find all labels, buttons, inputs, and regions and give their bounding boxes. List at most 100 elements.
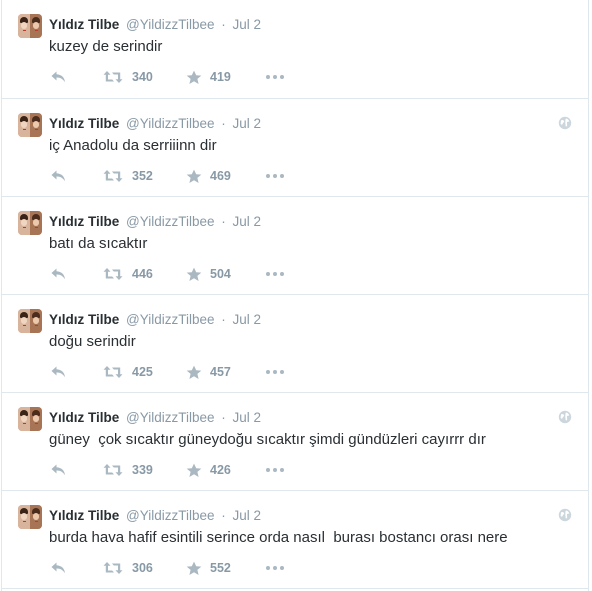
author-name[interactable]: Yıldız Tilbe	[49, 410, 119, 425]
favorite-count: 469	[210, 169, 231, 183]
tweet[interactable]: Yıldız Tilbe @YildizzTilbee · Jul 2 batı…	[2, 197, 588, 295]
retweet-button[interactable]: 352	[103, 168, 153, 184]
star-icon	[186, 365, 202, 379]
globe-icon	[558, 116, 572, 130]
author-handle[interactable]: @YildizzTilbee	[126, 116, 214, 131]
retweet-count: 352	[132, 169, 153, 183]
retweet-button[interactable]: 446	[103, 266, 153, 282]
reply-icon	[51, 170, 65, 182]
tweet[interactable]: Yıldız Tilbe @YildizzTilbee · Jul 2 doğu…	[2, 295, 588, 393]
tweet-header: Yıldız Tilbe @YildizzTilbee · Jul 2	[49, 17, 261, 33]
retweet-count: 339	[132, 463, 153, 477]
retweet-count: 446	[132, 267, 153, 281]
separator-dot: ·	[221, 214, 226, 229]
retweet-icon	[103, 71, 123, 83]
retweet-icon	[103, 464, 123, 476]
author-name[interactable]: Yıldız Tilbe	[49, 214, 119, 229]
author-handle[interactable]: @YildizzTilbee	[126, 508, 214, 523]
favorite-button[interactable]: 469	[186, 168, 231, 184]
tweet-text: doğu serindir	[49, 333, 136, 350]
retweet-button[interactable]: 425	[103, 364, 153, 380]
tweet-timestamp[interactable]: Jul 2	[233, 508, 262, 523]
tweet[interactable]: Yıldız Tilbe @YildizzTilbee · Jul 2 burd…	[2, 491, 588, 589]
avatar[interactable]	[18, 113, 42, 137]
star-icon	[186, 267, 202, 281]
globe-icon	[558, 508, 572, 522]
tweet-timestamp[interactable]: Jul 2	[233, 214, 262, 229]
retweet-button[interactable]: 339	[103, 462, 153, 478]
tweet-timestamp[interactable]: Jul 2	[233, 17, 262, 32]
avatar[interactable]	[18, 211, 42, 235]
more-button[interactable]	[265, 462, 285, 478]
tweet-text: iç Anadolu da serriiinn dir	[49, 137, 217, 154]
more-dots-icon	[266, 468, 284, 472]
favorite-button[interactable]: 419	[186, 69, 231, 85]
favorite-count: 419	[210, 70, 231, 84]
tweet-timeline: Yıldız Tilbe @YildizzTilbee · Jul 2 kuze…	[1, 0, 589, 591]
tweet-header: Yıldız Tilbe @YildizzTilbee · Jul 2	[49, 508, 261, 524]
favorite-button[interactable]: 426	[186, 462, 231, 478]
reply-button[interactable]	[50, 364, 67, 380]
retweet-button[interactable]: 340	[103, 69, 153, 85]
favorite-count: 457	[210, 365, 231, 379]
avatar[interactable]	[18, 309, 42, 333]
tweet-text: kuzey de serindir	[49, 38, 163, 55]
avatar[interactable]	[18, 505, 42, 529]
tweet[interactable]: Yıldız Tilbe @YildizzTilbee · Jul 2 güne…	[2, 393, 588, 491]
author-name[interactable]: Yıldız Tilbe	[49, 508, 119, 523]
more-button[interactable]	[265, 266, 285, 282]
tweet-timestamp[interactable]: Jul 2	[233, 312, 262, 327]
reply-icon	[51, 71, 65, 83]
favorite-button[interactable]: 457	[186, 364, 231, 380]
tweet-timestamp[interactable]: Jul 2	[233, 116, 262, 131]
reply-button[interactable]	[50, 462, 67, 478]
more-dots-icon	[266, 174, 284, 178]
reply-icon	[51, 464, 65, 476]
author-handle[interactable]: @YildizzTilbee	[126, 312, 214, 327]
tweet-header: Yıldız Tilbe @YildizzTilbee · Jul 2	[49, 410, 261, 426]
retweet-count: 306	[132, 561, 153, 575]
favorite-count: 426	[210, 463, 231, 477]
reply-icon	[51, 562, 65, 574]
retweet-icon	[103, 562, 123, 574]
tweet[interactable]: Yıldız Tilbe @YildizzTilbee · Jul 2 kuze…	[2, 0, 588, 99]
star-icon	[186, 561, 202, 575]
tweet[interactable]: Yıldız Tilbe @YildizzTilbee · Jul 2 iç A…	[2, 99, 588, 197]
author-name[interactable]: Yıldız Tilbe	[49, 17, 119, 32]
favorite-button[interactable]: 552	[186, 560, 231, 576]
author-name[interactable]: Yıldız Tilbe	[49, 312, 119, 327]
reply-icon	[51, 366, 65, 378]
more-dots-icon	[266, 75, 284, 79]
tweet-header: Yıldız Tilbe @YildizzTilbee · Jul 2	[49, 214, 261, 230]
tweet-text: güney çok sıcaktır güneydoğu sıcaktır şi…	[49, 431, 486, 448]
star-icon	[186, 70, 202, 84]
retweet-count: 425	[132, 365, 153, 379]
avatar[interactable]	[18, 14, 42, 38]
separator-dot: ·	[221, 312, 226, 327]
author-handle[interactable]: @YildizzTilbee	[126, 17, 214, 32]
more-button[interactable]	[265, 364, 285, 380]
author-handle[interactable]: @YildizzTilbee	[126, 410, 214, 425]
author-name[interactable]: Yıldız Tilbe	[49, 116, 119, 131]
more-button[interactable]	[265, 69, 285, 85]
tweet-timestamp[interactable]: Jul 2	[233, 410, 262, 425]
star-icon	[186, 169, 202, 183]
retweet-button[interactable]: 306	[103, 560, 153, 576]
favorite-button[interactable]: 504	[186, 266, 231, 282]
favorite-count: 504	[210, 267, 231, 281]
more-button[interactable]	[265, 560, 285, 576]
reply-button[interactable]	[50, 69, 67, 85]
retweet-icon	[103, 170, 123, 182]
retweet-icon	[103, 268, 123, 280]
more-button[interactable]	[265, 168, 285, 184]
author-handle[interactable]: @YildizzTilbee	[126, 214, 214, 229]
globe-icon	[558, 410, 572, 424]
tweet-header: Yıldız Tilbe @YildizzTilbee · Jul 2	[49, 116, 261, 132]
reply-icon	[51, 268, 65, 280]
reply-button[interactable]	[50, 168, 67, 184]
reply-button[interactable]	[50, 266, 67, 282]
avatar[interactable]	[18, 407, 42, 431]
separator-dot: ·	[221, 508, 226, 523]
reply-button[interactable]	[50, 560, 67, 576]
tweet-text: burda hava hafif esintili serince orda n…	[49, 529, 508, 546]
